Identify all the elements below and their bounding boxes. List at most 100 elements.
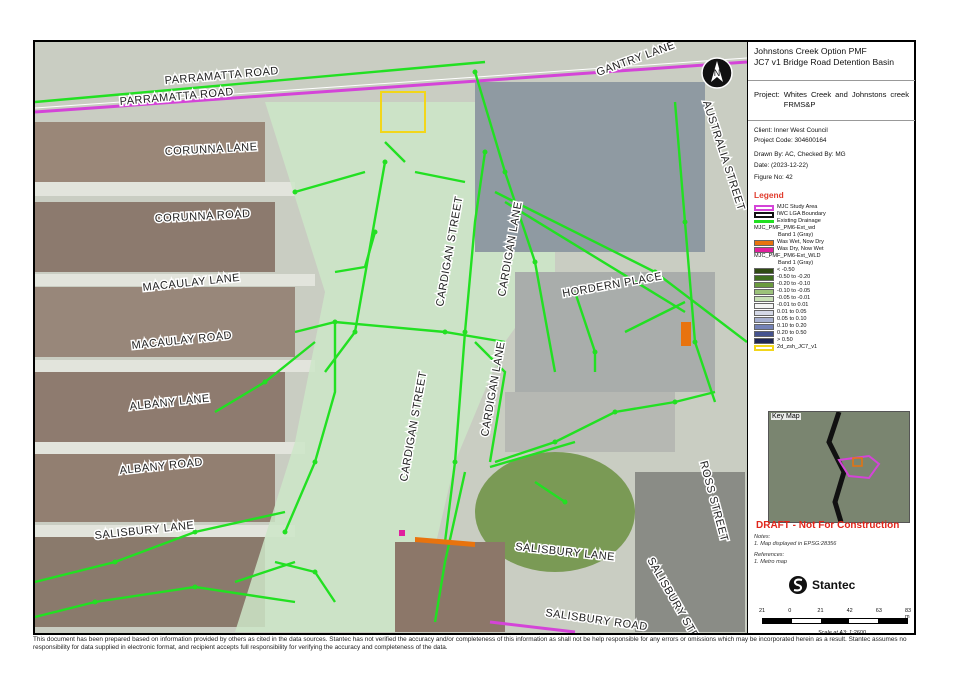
legend-swatch (754, 295, 774, 302)
divider (748, 120, 915, 121)
disclaimer-text: This document has been prepared based on… (33, 636, 907, 651)
legend-swatch (754, 344, 774, 351)
key-map: Key Map (768, 411, 910, 523)
legend-group-label: Band 1 (Gray) (778, 232, 814, 238)
legend-label: < -0.50 (777, 267, 795, 273)
was-dry-now-wet-patch (399, 530, 405, 536)
draft-stamp: DRAFT - Not For Construction (756, 520, 900, 531)
legend-label: > 0.50 (777, 337, 793, 343)
legend-label: -0.20 to -0.10 (777, 281, 811, 287)
legend-swatch (754, 323, 774, 330)
scale-tick-label: 21 (759, 608, 766, 614)
legend-item: Existing Drainage (754, 218, 821, 225)
legend-item: -0.05 to -0.01 (754, 295, 810, 302)
reference-1: 1. Metro map (754, 559, 787, 565)
legend-title: Legend (754, 190, 784, 200)
note-1: 1. Map displayed in EPSG:28356 (754, 541, 837, 547)
legend-swatch (754, 302, 774, 309)
legend-label: 0.01 to 0.05 (777, 309, 807, 315)
stantec-logo-text: Stantec (812, 578, 856, 592)
project-label: Project: (754, 90, 780, 99)
legend-item: IWC LGA Boundary (754, 211, 826, 218)
legend-group-label: Band 1 (Gray) (778, 260, 814, 266)
project-info: Project: Whites Creek and Johnstons cree… (754, 90, 909, 110)
title-line-1: Johnstons Creek Option PMF (754, 46, 867, 56)
scale-ticks: 21 0 21 42 63 83 m (759, 608, 911, 620)
scale-tick-label: 21 (817, 608, 824, 614)
legend-label: 0.20 to 0.50 (777, 330, 807, 336)
was-wet-now-dry-patch (681, 322, 691, 346)
project-code-text: Project Code: 304600164 (754, 137, 827, 144)
legend-swatch (754, 204, 774, 211)
legend-item: -0.50 to -0.20 (754, 274, 810, 281)
car-park (505, 392, 675, 452)
client-text: Client: Inner West Council (754, 127, 828, 134)
references-title: References: (754, 552, 785, 558)
legend-item: 0.05 to 0.10 (754, 316, 807, 323)
map-title: Johnstons Creek Option PMF JC7 v1 Bridge… (754, 46, 912, 68)
notes-title: Notes: (754, 534, 771, 540)
legend-swatch (754, 309, 774, 316)
project-value: Whites Creek and Johnstons creek FRMS&P (783, 90, 909, 109)
stantec-logo: Stantec (788, 575, 855, 595)
north-label: N (714, 68, 721, 78)
legend-label: -0.10 to -0.05 (777, 288, 811, 294)
legend-item: -0.01 to 0.01 (754, 302, 808, 309)
legend-swatch (754, 316, 774, 323)
scale-segments (762, 618, 908, 624)
legend-group-label: MJC_PMF_PM6-Ext_wd (754, 225, 816, 231)
legend-label: -0.50 to -0.20 (777, 274, 811, 280)
north-arrow: N (701, 57, 733, 89)
road-surface (35, 360, 315, 372)
map-view[interactable]: PARRAMATTA ROAD PARRAMATTA ROAD GANTRY L… (35, 42, 747, 633)
legend-swatch (754, 239, 774, 246)
info-panel: Johnstons Creek Option PMF JC7 v1 Bridge… (747, 42, 915, 636)
legend-item: MJC Study Area (754, 204, 817, 211)
legend-item: 2d_zsh_JC7_v1 (754, 344, 817, 351)
divider (748, 80, 915, 81)
road-surface (35, 442, 305, 454)
legend-swatch (754, 281, 774, 288)
legend-label: MJC Study Area (777, 204, 818, 210)
title-line-2: JC7 v1 Bridge Road Detention Basin (754, 57, 894, 67)
housing-block (395, 542, 505, 632)
housing-block (635, 472, 745, 632)
scale-bar: 21 0 21 42 63 83 m (759, 608, 911, 624)
drawn-by-text: Drawn By: AC, Checked By: MG (754, 151, 846, 158)
key-map-label: Key Map (771, 413, 801, 420)
legend-item: Was Wet, Now Dry (754, 239, 824, 246)
legend-item: 0.20 to 0.50 (754, 330, 807, 337)
legend-group-label: MJC_PMF_PM6-Ext_WLD (754, 253, 821, 259)
scale-tick-label: 0 (788, 608, 792, 614)
legend-swatch (754, 288, 774, 295)
legend-swatch (754, 330, 774, 337)
key-map-canvas (769, 412, 909, 522)
legend-label: 0.05 to 0.10 (777, 316, 807, 322)
legend-item: > 0.50 (754, 337, 793, 344)
legend-swatch (754, 337, 774, 344)
legend-item: 0.10 to 0.20 (754, 323, 807, 330)
legend-item: 0.01 to 0.05 (754, 309, 807, 316)
legend-label: IWC LGA Boundary (777, 211, 826, 217)
road-surface (35, 182, 295, 196)
legend-item: -0.20 to -0.10 (754, 281, 810, 288)
legend-swatch (754, 246, 774, 253)
legend-swatch (754, 267, 774, 274)
housing-block (35, 537, 265, 627)
legend-label: -0.05 to -0.01 (777, 295, 811, 301)
legend-swatch (754, 220, 774, 223)
stantec-logo-mark (789, 576, 807, 594)
legend-label: 2d_zsh_JC7_v1 (777, 344, 818, 350)
legend-swatch (754, 211, 774, 218)
legend-item: Was Dry, Now Wet (754, 246, 824, 253)
map-canvas[interactable]: PARRAMATTA ROAD PARRAMATTA ROAD GANTRY L… (35, 42, 747, 633)
scale-tick-label: 83 m (905, 608, 912, 620)
legend-label: Was Wet, Now Dry (777, 239, 824, 245)
legend-swatch (754, 274, 774, 281)
legend-item: < -0.50 (754, 267, 795, 274)
legend-label: Existing Drainage (777, 218, 821, 224)
scale-tick-label: 63 (875, 608, 882, 614)
legend-label: 0.10 to 0.20 (777, 323, 807, 329)
figure-no-text: Figure No: 42 (754, 174, 793, 181)
legend-label: -0.01 to 0.01 (777, 302, 809, 308)
